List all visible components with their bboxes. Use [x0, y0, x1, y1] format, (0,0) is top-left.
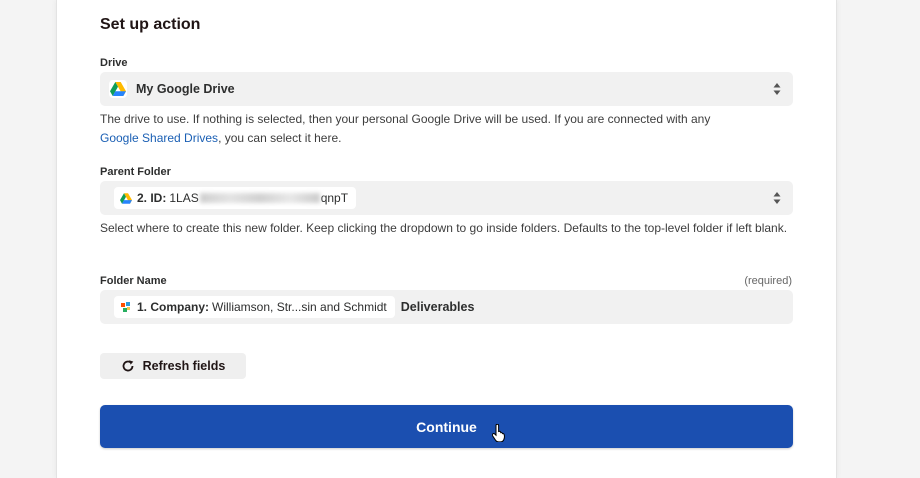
parent-folder-id-suffix: qnpT [320, 191, 349, 205]
drive-help-after: , you can select it here. [218, 131, 342, 145]
drive-select[interactable]: My Google Drive [100, 72, 793, 106]
drive-help-text: The drive to use. If nothing is selected… [100, 110, 793, 148]
hand-cursor-icon [491, 423, 506, 447]
refresh-fields-button[interactable]: Refresh fields [100, 353, 246, 379]
select-arrows-icon [773, 191, 781, 205]
folder-name-label: Folder Name [100, 275, 167, 287]
drive-value: My Google Drive [136, 82, 235, 96]
parent-folder-pill[interactable]: 2. ID: 1LAS qnpT [114, 187, 357, 209]
folder-name-company: Williamson, Str...sin and Schmidt [212, 300, 387, 314]
drive-help-before: The drive to use. If nothing is selected… [100, 112, 711, 126]
required-indicator: (required) [744, 275, 792, 287]
folder-name-pill[interactable]: 1. Company: Williamson, Str...sin and Sc… [114, 296, 395, 318]
parent-folder-label: Parent Folder [100, 166, 171, 178]
select-arrows-icon [773, 82, 781, 96]
folder-name-input[interactable]: 1. Company: Williamson, Str...sin and Sc… [100, 290, 793, 324]
drive-label: Drive [100, 57, 128, 69]
zapier-app-icon [120, 301, 132, 313]
setup-action-card: Set up action Drive My Google Drive The … [56, 0, 837, 478]
folder-name-trailing-text: Deliverables [400, 300, 475, 314]
refresh-icon [121, 359, 135, 373]
redacted-id [199, 193, 320, 203]
parent-folder-help-text: Select where to create this new folder. … [100, 221, 788, 235]
section-title: Set up action [100, 16, 201, 33]
continue-label: Continue [416, 418, 477, 435]
parent-folder-step: 2. ID: [137, 191, 167, 205]
continue-button[interactable]: Continue [100, 405, 793, 448]
google-drive-small-icon [120, 192, 132, 204]
folder-name-step: 1. Company: [137, 300, 210, 314]
parent-folder-id-prefix: 1LAS [169, 191, 199, 205]
refresh-fields-label: Refresh fields [142, 359, 226, 373]
google-shared-drives-link[interactable]: Google Shared Drives [100, 131, 218, 145]
parent-folder-select[interactable]: 2. ID: 1LAS qnpT [100, 181, 793, 215]
google-drive-icon [109, 80, 127, 98]
